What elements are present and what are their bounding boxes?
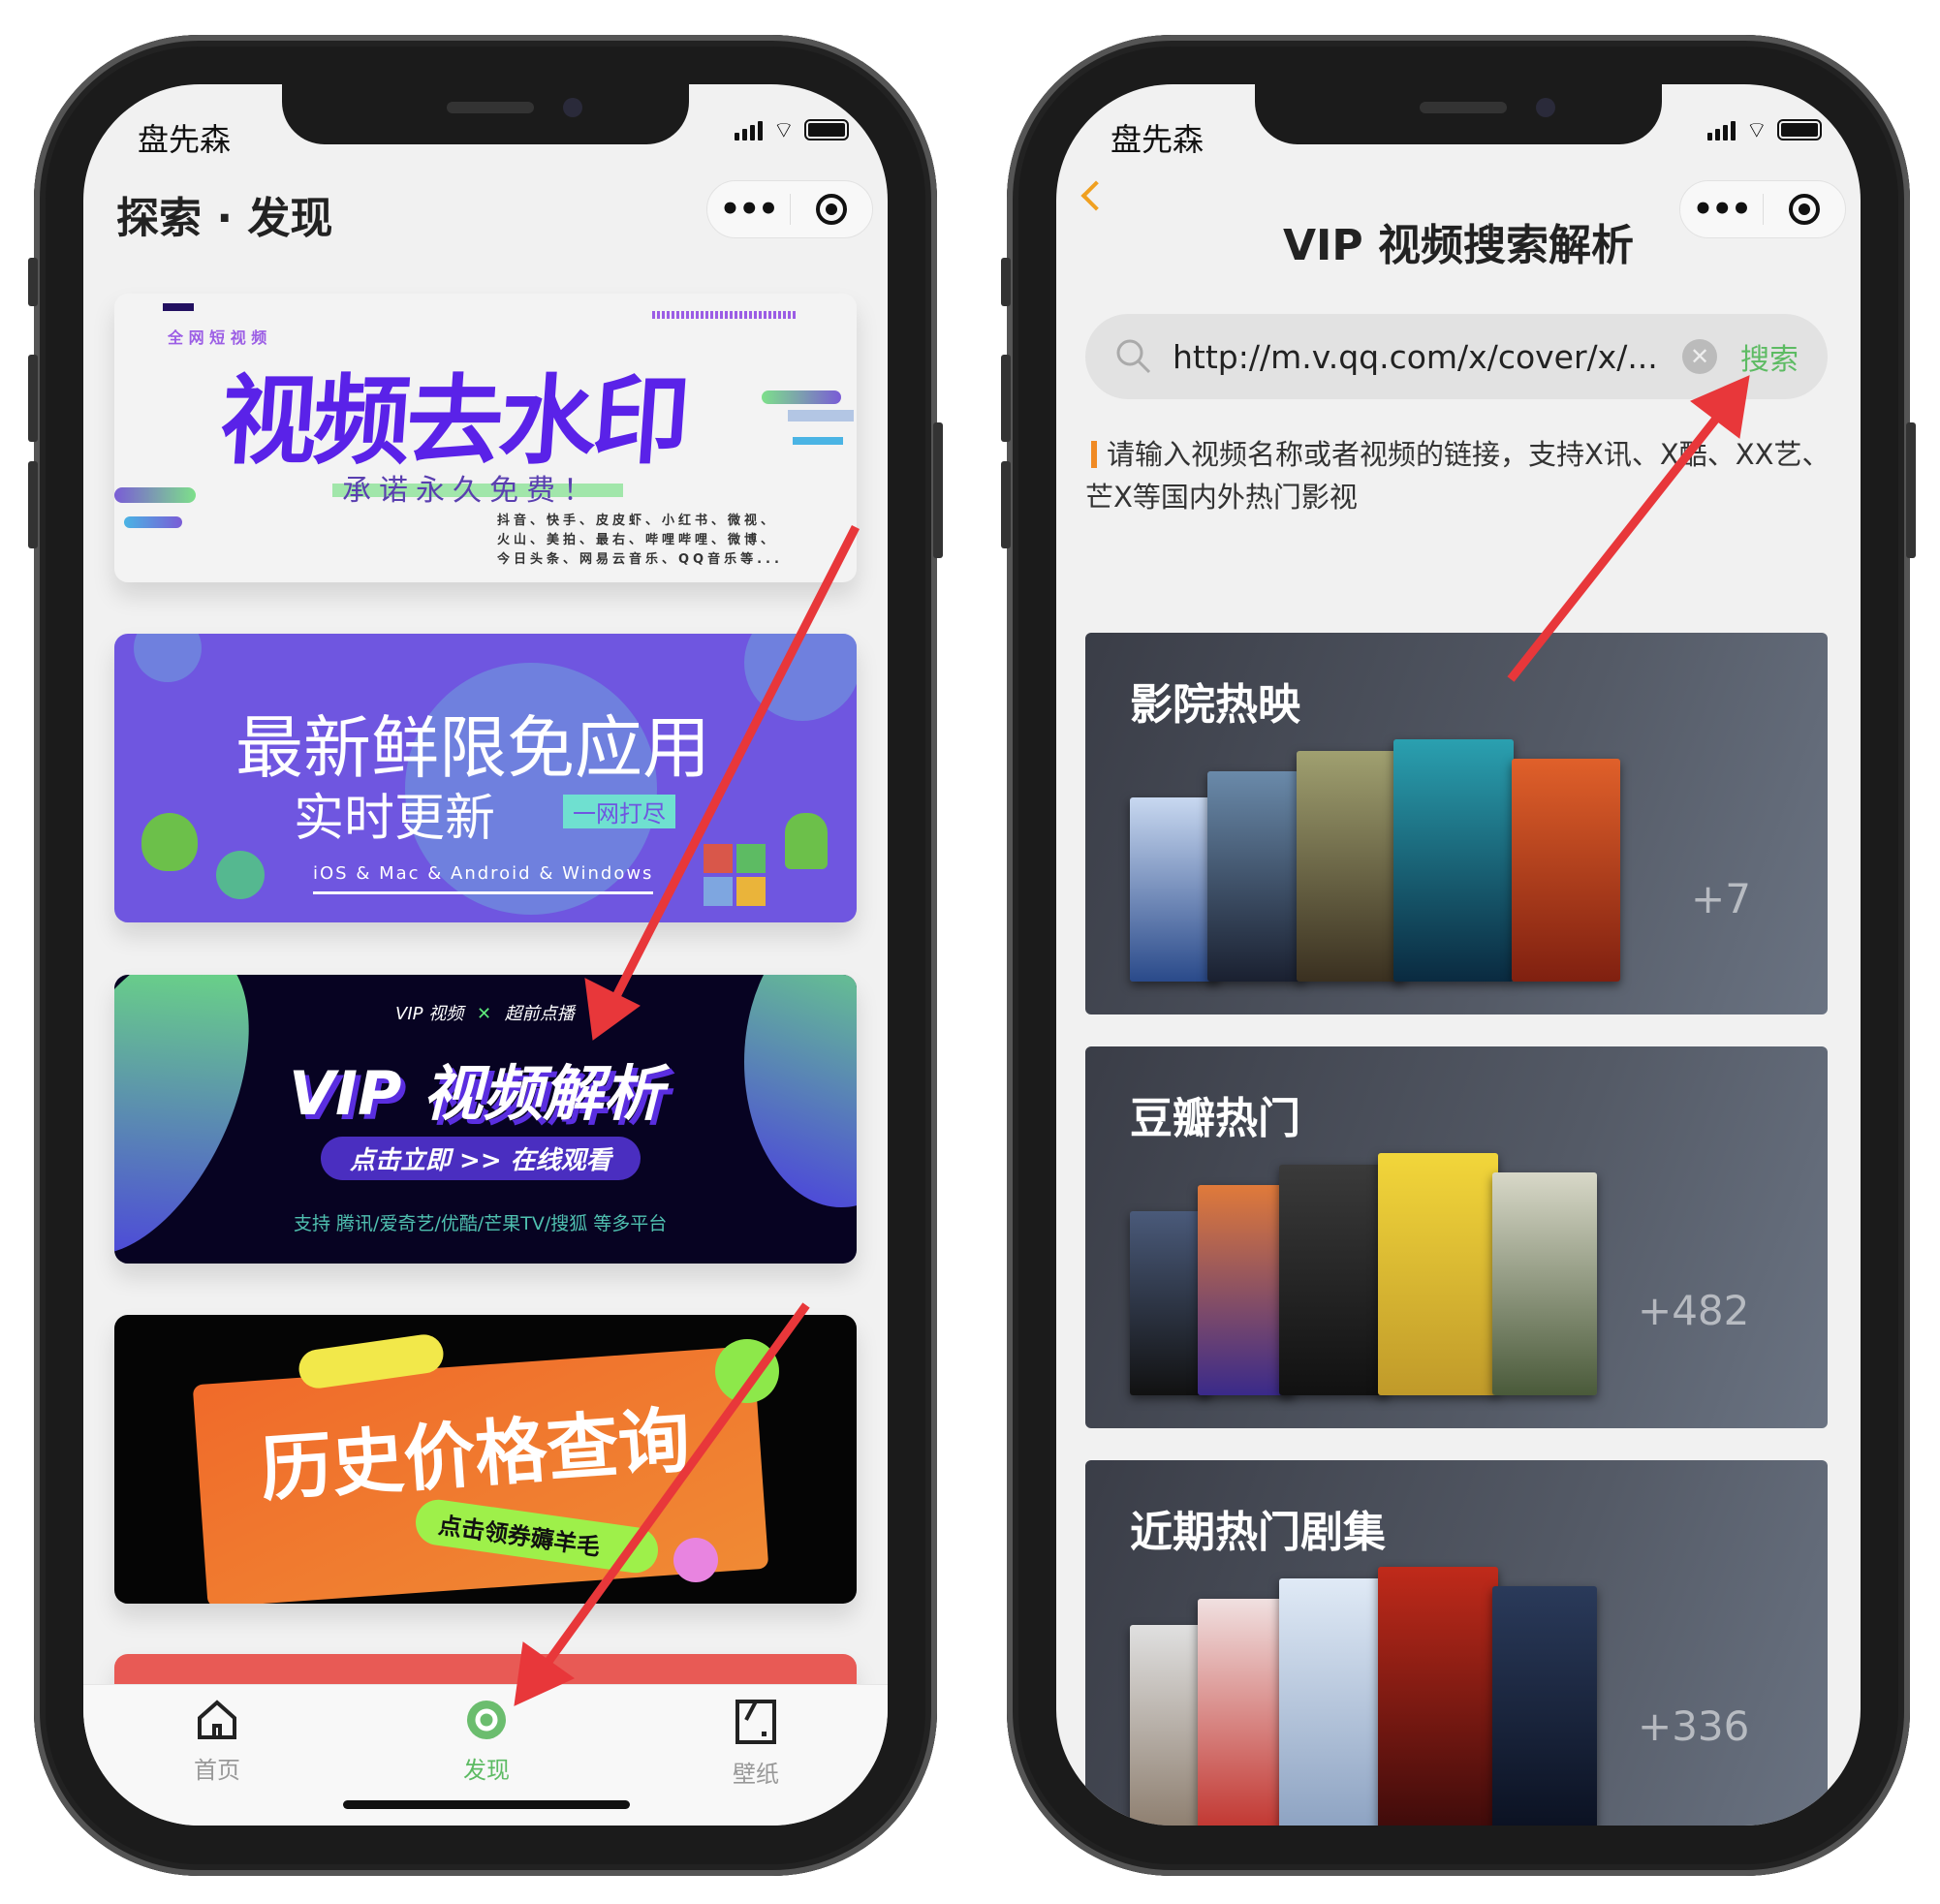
annotation-arrows xyxy=(514,375,1750,1706)
arrow-to-discover-tab xyxy=(514,1302,810,1706)
arrow-to-vip-banner xyxy=(584,524,860,1041)
arrow-to-search-button xyxy=(1507,375,1750,682)
